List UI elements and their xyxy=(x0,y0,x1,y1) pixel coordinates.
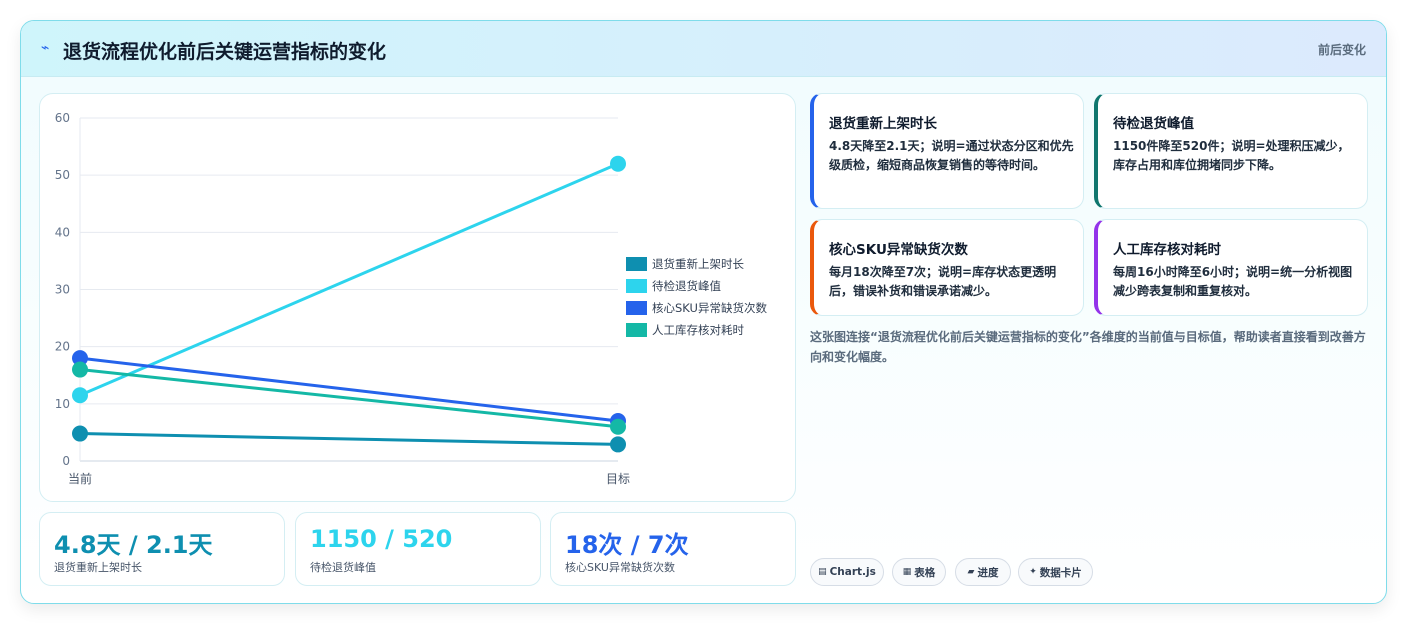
line-chart: 0 10 20 30 40 50 60 当前 目标 退货重新上架时长待检退货峰值核心SKU异常缺货… xyxy=(55,111,768,486)
data-point xyxy=(610,418,626,435)
chip-label: 表格 xyxy=(914,566,936,579)
progress-icon: ▰ xyxy=(967,567,975,577)
chip-table[interactable]: ▦ 表格 xyxy=(892,558,946,586)
sparkle-icon: ✦ xyxy=(1029,567,1037,577)
chip-label: 进度 xyxy=(977,566,999,579)
legend-label: 人工库存核对耗时 xyxy=(652,323,744,337)
info-title: 人工库存核对耗时 xyxy=(1113,242,1221,258)
main-card: ⌁ 退货流程优化前后关键运营指标的变化 前后变化 0 10 20 30 40 50 60 当前… xyxy=(20,20,1387,604)
info-title: 待检退货峰值 xyxy=(1113,116,1194,132)
table-icon: ▦ xyxy=(902,567,912,577)
legend-swatch xyxy=(626,279,647,293)
y-tick-label: 60 xyxy=(55,111,70,125)
kpi-card-stockout-count: 18次 / 7次 核心SKU异常缺货次数 xyxy=(550,512,796,586)
page-title: 退货流程优化前后关键运营指标的变化 xyxy=(63,41,387,63)
series-line xyxy=(79,432,619,446)
info-title: 退货重新上架时长 xyxy=(829,116,937,132)
info-card-pending-peak: 待检退货峰值 1150件降至520件；说明=处理积压减少，库存占用和库位拥堵同步… xyxy=(1094,93,1368,209)
info-desc: 每周16小时降至6小时；说明=统一分析视图减少跨表复制和重复核对。 xyxy=(1113,265,1353,298)
chart-icon: ▤ xyxy=(818,567,827,577)
info-title: 核心SKU异常缺货次数 xyxy=(829,242,968,258)
kpi-label: 待检退货峰值 xyxy=(310,561,376,574)
kpi-card-pending-peak: 1150 / 520 待检退货峰值 xyxy=(295,512,541,586)
sparkline-icon: ⌁ xyxy=(41,40,50,56)
chart-note: 这张图连接“退货流程优化前后关键运营指标的变化”各维度的当前值与目标值，帮助读者… xyxy=(810,330,1366,364)
info-desc: 4.8天降至2.1天；说明=通过状态分区和优先级质检，缩短商品恢复销售的等待时间… xyxy=(829,139,1074,172)
series-line xyxy=(79,162,619,397)
data-point xyxy=(72,361,88,378)
card-header: ⌁ 退货流程优化前后关键运营指标的变化 前后变化 xyxy=(21,21,1386,77)
kpi-label: 退货重新上架时长 xyxy=(54,561,142,574)
kpi-value: 18次 / 7次 xyxy=(565,531,689,559)
y-tick-label: 20 xyxy=(55,340,70,354)
y-tick-label: 50 xyxy=(55,168,70,182)
kpi-value: 4.8天 / 2.1天 xyxy=(54,531,213,559)
chip-label: 数据卡片 xyxy=(1039,566,1082,579)
chart-panel: 0 10 20 30 40 50 60 当前 目标 退货重新上架时长 待检退货峰值核心SKU异常缺货… xyxy=(39,93,796,502)
kpi-label: 核心SKU异常缺货次数 xyxy=(565,561,675,574)
series-line xyxy=(79,368,619,429)
y-tick-label: 40 xyxy=(55,225,70,239)
chip-chartjs[interactable]: ▤ Chart.js xyxy=(810,558,884,586)
legend-swatch xyxy=(626,323,647,337)
info-card-restock-time: 退货重新上架时长 4.8天降至2.1天；说明=通过状态分区和优先级质检，缩短商品… xyxy=(810,93,1084,209)
y-tick-label: 10 xyxy=(55,397,70,411)
chip-label: Chart.js xyxy=(829,566,876,578)
y-tick-label: 30 xyxy=(55,283,70,297)
legend-label: 退货重新上架时长 xyxy=(652,257,744,271)
x-tick-label: 当前 xyxy=(68,471,92,486)
info-card-stockout-count: 核心SKU异常缺货次数 每月18次降至7次；说明=库存状态更透明后，错误补货和错… xyxy=(810,219,1084,316)
x-tick-label: 目标 xyxy=(606,472,630,486)
legend-swatch xyxy=(626,301,647,315)
legend-label: 核心SKU异常缺货次数 xyxy=(652,301,767,315)
legend-label: 待检退货峰值 xyxy=(652,279,721,293)
info-desc: 1150件降至520件；说明=处理积压减少，库存占用和库位拥堵同步下降。 xyxy=(1113,139,1350,172)
data-point xyxy=(610,436,626,453)
info-desc: 每月18次降至7次；说明=库存状态更透明后，错误补货和错误承诺减少。 xyxy=(829,265,1057,298)
kpi-card-restock-time: 4.8天 / 2.1天 退货重新上架时长 xyxy=(39,512,285,586)
legend-swatch xyxy=(626,257,647,271)
kpi-value: 1150 / 520 xyxy=(310,525,453,553)
y-tick-label: 0 xyxy=(62,454,70,468)
chip-data-card[interactable]: ✦ 数据卡片 xyxy=(1018,558,1093,586)
data-point xyxy=(72,425,88,442)
series-line xyxy=(79,356,619,423)
info-card-manual-check: 人工库存核对耗时 每周16小时降至6小时；说明=统一分析视图减少跨表复制和重复核… xyxy=(1094,219,1368,316)
header-tag: 前后变化 xyxy=(1317,43,1366,57)
data-point xyxy=(610,155,626,172)
chip-progress[interactable]: ▰ 进度 xyxy=(955,558,1011,586)
data-point xyxy=(72,387,88,404)
